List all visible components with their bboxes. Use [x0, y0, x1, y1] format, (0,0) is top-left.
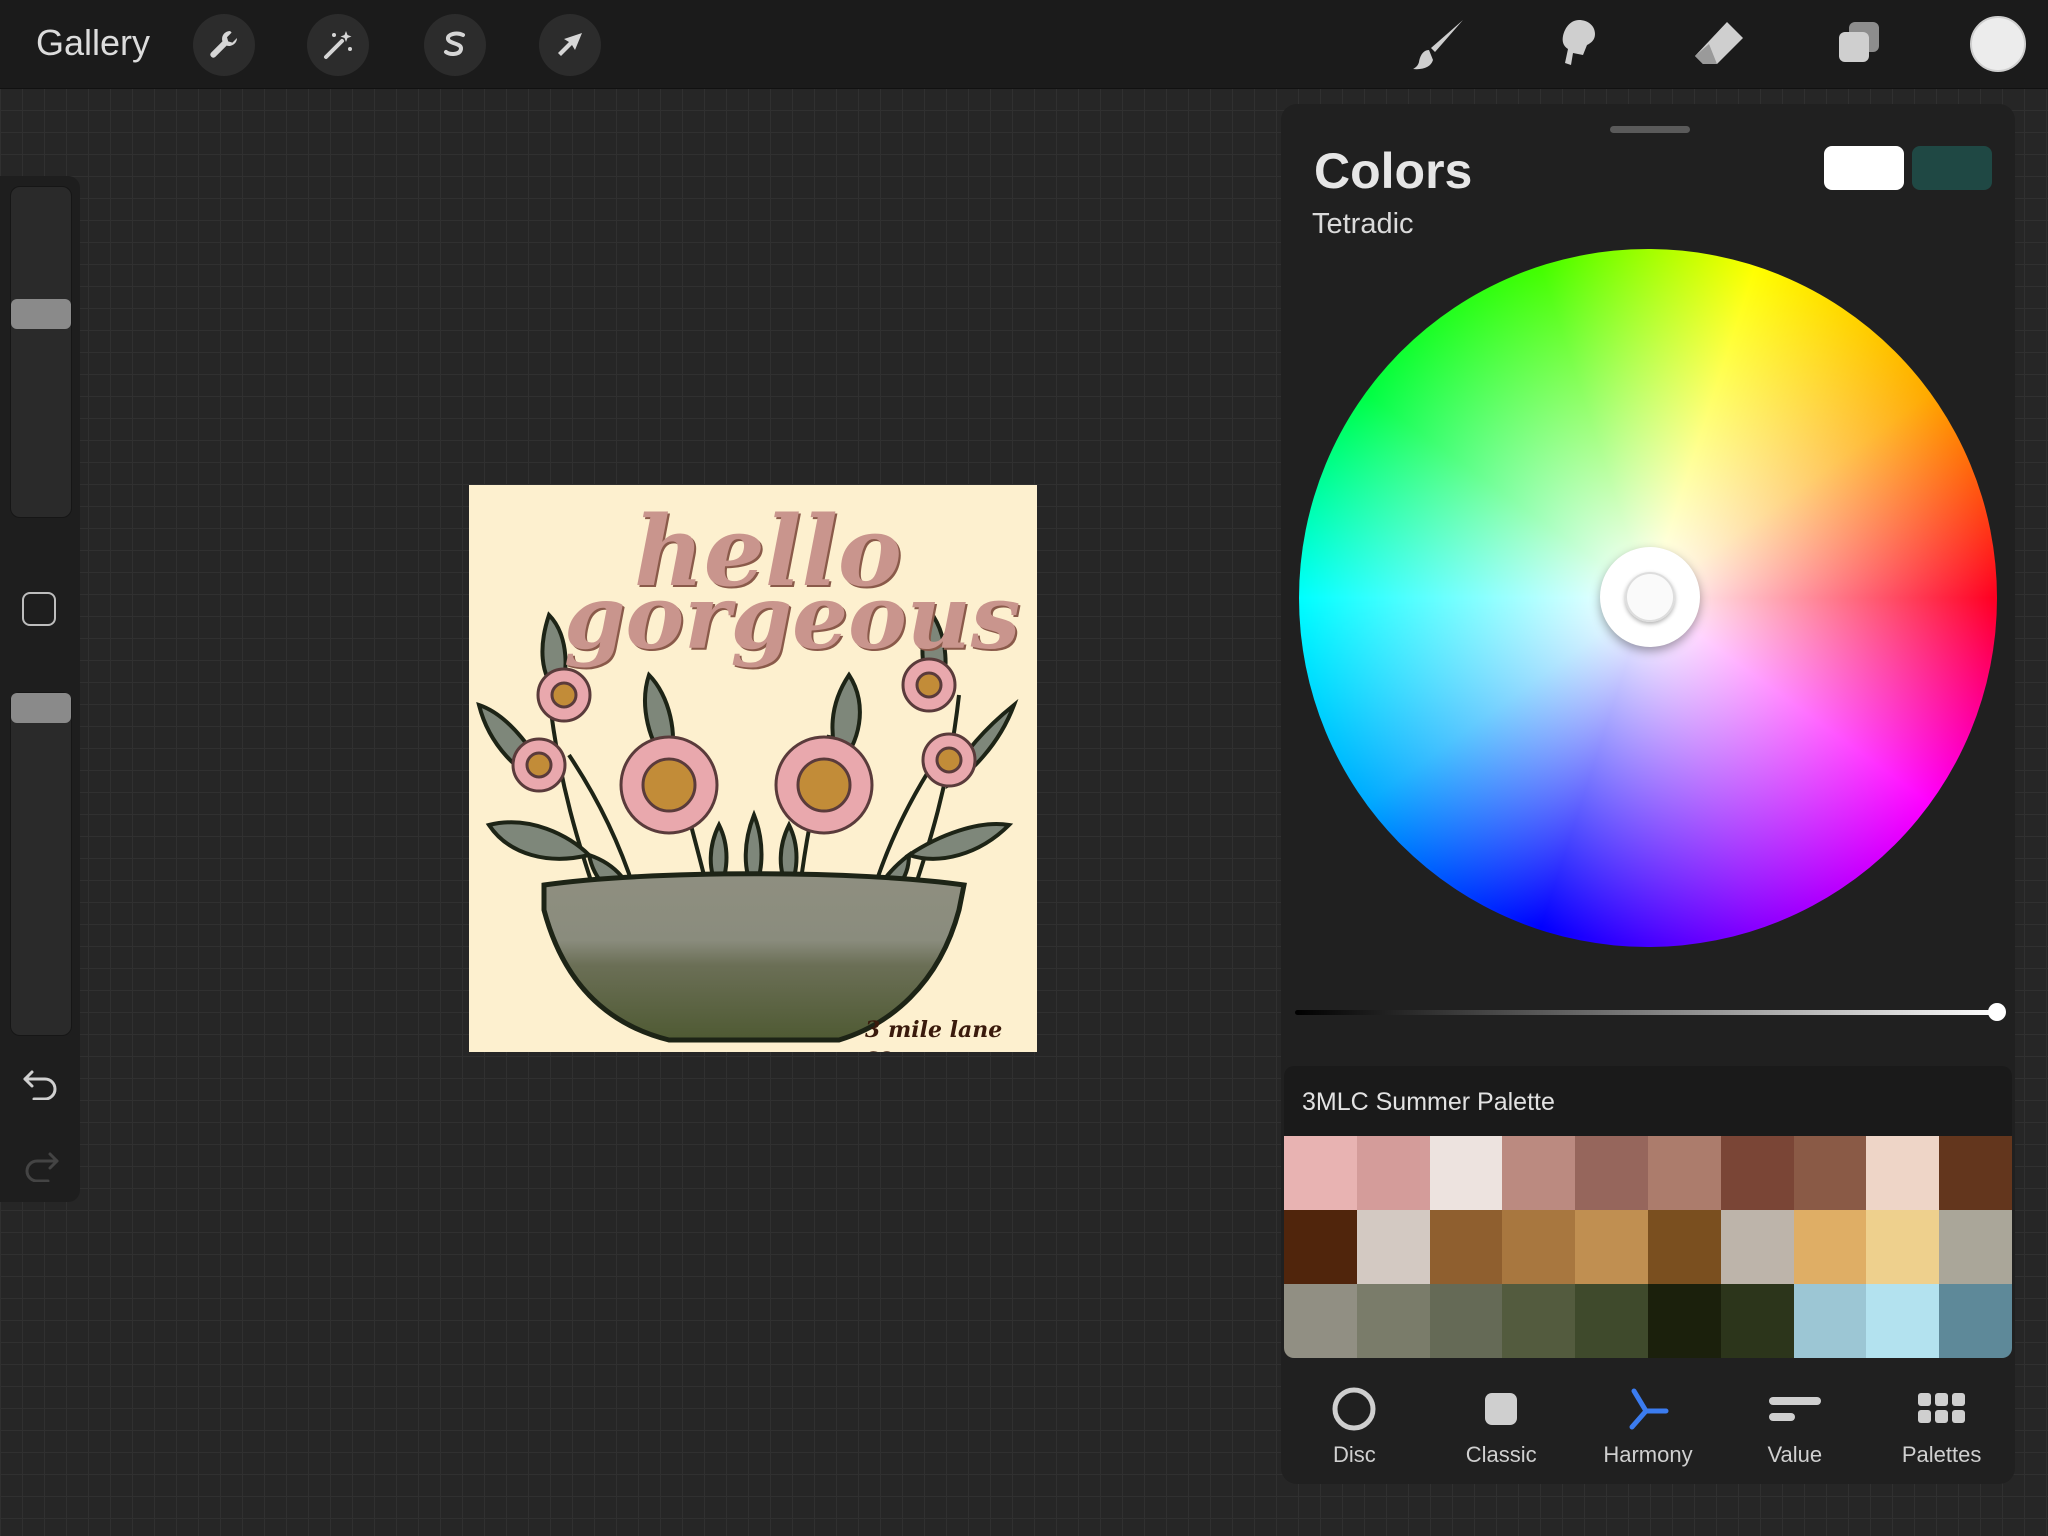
opacity-thumb[interactable]: [11, 693, 71, 723]
palette-swatch[interactable]: [1793, 1284, 1867, 1358]
left-sidebar: [0, 176, 80, 1202]
palette-swatch[interactable]: [1866, 1210, 1940, 1284]
disc-icon: [1332, 1387, 1376, 1431]
harmony-icon: [1629, 1388, 1669, 1430]
palette-swatch[interactable]: [1939, 1284, 2012, 1358]
tab-label: Value: [1767, 1442, 1823, 1467]
brush-size-slider[interactable]: [10, 186, 72, 518]
eraser-icon: [1695, 22, 1743, 64]
tab-harmony[interactable]: Harmony: [1575, 1374, 1722, 1484]
current-color-button[interactable]: [1970, 16, 2026, 72]
canvas-artwork[interactable]: hello gorgeous 3 mile lane co.: [469, 485, 1037, 1052]
palette-swatch[interactable]: [1793, 1210, 1867, 1284]
tab-palettes[interactable]: Palettes: [1868, 1374, 2015, 1484]
selection-button[interactable]: [424, 14, 486, 76]
brush-icon: [1413, 20, 1463, 70]
palette-swatch[interactable]: [1575, 1284, 1648, 1358]
magic-wand-icon: [324, 31, 352, 59]
tab-value[interactable]: Value: [1721, 1374, 1868, 1484]
tab-label: Palettes: [1901, 1442, 1982, 1467]
palette-swatch[interactable]: [1648, 1210, 1721, 1284]
tab-classic[interactable]: Classic: [1428, 1374, 1575, 1484]
palette-name: 3MLC Summer Palette: [1302, 1088, 1555, 1116]
tab-label: Classic: [1465, 1442, 1537, 1467]
palette-swatch[interactable]: [1866, 1136, 1940, 1210]
undo-icon[interactable]: [22, 1066, 60, 1100]
transform-button[interactable]: [539, 14, 601, 76]
redo-icon[interactable]: [22, 1148, 60, 1182]
classic-icon: [1485, 1393, 1518, 1425]
layers-icon: [1839, 22, 1879, 62]
palette-swatch-grid: [1284, 1136, 2012, 1358]
value-icon: [1768, 1397, 1821, 1421]
palette-swatch[interactable]: [1502, 1284, 1576, 1358]
smudge-button[interactable]: [1544, 12, 1614, 76]
palette-swatch[interactable]: [1720, 1136, 1794, 1210]
gallery-button[interactable]: Gallery: [36, 22, 150, 64]
harmony-mode-label[interactable]: Tetradic: [1312, 208, 1414, 241]
brush-button[interactable]: [1406, 12, 1476, 76]
palette-swatch[interactable]: [1575, 1210, 1648, 1284]
artwork-signature: 3 mile lane co.: [865, 1017, 1003, 1052]
primary-color-swatch[interactable]: [1824, 146, 1904, 190]
selection-icon: [444, 31, 465, 56]
palette-swatch[interactable]: [1720, 1284, 1794, 1358]
tab-label: Harmony: [1603, 1442, 1693, 1467]
modify-button[interactable]: [22, 592, 56, 626]
color-mode-tabs: Disc Classic Harmony Value Palettes: [1281, 1374, 2015, 1484]
palette-swatch[interactable]: [1793, 1136, 1867, 1210]
palette-swatch[interactable]: [1939, 1136, 2012, 1210]
palette-swatch[interactable]: [1284, 1136, 1357, 1210]
actions-button[interactable]: [193, 14, 255, 76]
panel-grabber[interactable]: [1610, 126, 1690, 133]
palette-swatch[interactable]: [1356, 1284, 1430, 1358]
palette-swatch[interactable]: [1429, 1210, 1503, 1284]
palette-swatch[interactable]: [1575, 1136, 1648, 1210]
palette-swatch[interactable]: [1648, 1136, 1721, 1210]
lettering-gorgeous: gorgeous: [564, 565, 1021, 669]
opacity-slider[interactable]: [10, 692, 72, 1036]
palette-swatch[interactable]: [1939, 1210, 2012, 1284]
palette-swatch[interactable]: [1356, 1210, 1430, 1284]
wrench-icon: [210, 31, 237, 58]
brightness-slider-thumb[interactable]: [1988, 1003, 2006, 1021]
brush-size-thumb[interactable]: [11, 299, 71, 329]
palette-swatch[interactable]: [1429, 1284, 1503, 1358]
tab-disc[interactable]: Disc: [1281, 1374, 1428, 1484]
palettes-icon: [1917, 1393, 1965, 1423]
palette-swatch[interactable]: [1502, 1136, 1576, 1210]
arrow-icon: [558, 33, 582, 56]
palette-swatch[interactable]: [1284, 1210, 1357, 1284]
colors-panel: Colors Tetradic 3MLC Summer Palette Disc…: [1281, 104, 2015, 1484]
brightness-slider[interactable]: [1295, 1003, 2006, 1021]
panel-title: Colors: [1314, 143, 1473, 199]
secondary-color-swatch[interactable]: [1912, 146, 1992, 190]
eraser-button[interactable]: [1684, 12, 1754, 76]
palette-swatch[interactable]: [1284, 1284, 1357, 1358]
palette-swatch[interactable]: [1648, 1284, 1721, 1358]
palette-swatch[interactable]: [1720, 1210, 1794, 1284]
tab-label: Disc: [1333, 1442, 1376, 1467]
color-wheel-knob[interactable]: [1600, 547, 1700, 647]
top-toolbar: Gallery: [0, 0, 2048, 89]
palette-swatch[interactable]: [1502, 1210, 1576, 1284]
adjustments-button[interactable]: [307, 14, 369, 76]
smudge-icon: [1562, 20, 1595, 65]
palette-header: 3MLC Summer Palette: [1284, 1066, 2012, 1140]
layers-button[interactable]: [1824, 12, 1894, 76]
palette-swatch[interactable]: [1356, 1136, 1430, 1210]
palette-swatch[interactable]: [1866, 1284, 1940, 1358]
palette-swatch[interactable]: [1429, 1136, 1503, 1210]
